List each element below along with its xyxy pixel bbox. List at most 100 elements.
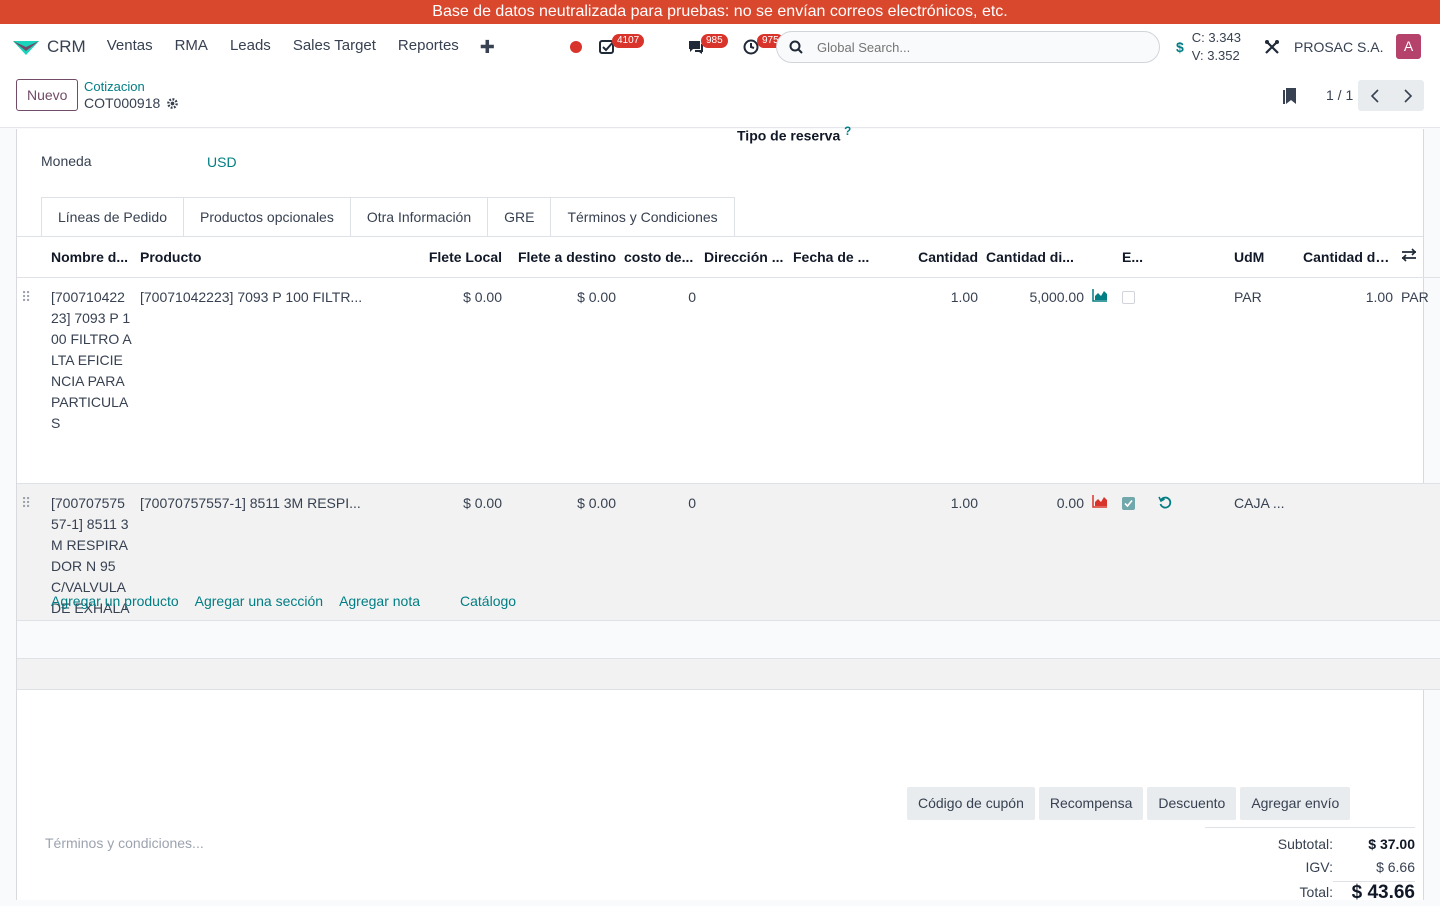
cell-nombre[interactable]: [70071042223] 7093 P 100 FILTRO ALTA EFI… <box>47 277 136 484</box>
dollar-icon: $ <box>1176 39 1184 55</box>
col-e[interactable]: E... <box>1118 237 1154 278</box>
add-product-link[interactable]: Agregar un producto <box>51 593 179 609</box>
tipo-reserva-label: Tipo de reserva ? <box>737 125 851 144</box>
handle-header <box>17 237 47 278</box>
cell-flete-local[interactable]: $ 0.00 <box>406 277 506 484</box>
total-label: Total: <box>1299 884 1333 900</box>
cell-cantidad[interactable]: 1.00 <box>878 277 982 484</box>
total-row: Total: $ 43.66 <box>1205 878 1415 906</box>
col-chart <box>1088 237 1118 278</box>
add-shipping-button[interactable]: Agregar envío <box>1240 787 1351 820</box>
pager-previous-button[interactable] <box>1358 80 1391 111</box>
totals-summary: Subtotal: $ 37.00 IGV: $ 6.66 Total: $ 4… <box>1205 827 1415 906</box>
cell-e-checkbox[interactable] <box>1118 277 1154 484</box>
cell-costo[interactable]: 0 <box>620 277 700 484</box>
chevron-left-icon <box>1370 88 1379 103</box>
activities-badge: 4107 <box>612 34 645 48</box>
messages-tray[interactable]: 985 <box>687 24 743 70</box>
col-udm[interactable]: UdM <box>1230 237 1299 278</box>
app-brand[interactable]: CRM <box>12 37 86 57</box>
menu-item-ventas[interactable]: Ventas <box>96 37 164 58</box>
tab-terminos-condiciones[interactable]: Términos y Condiciones <box>550 197 735 237</box>
bookmark-icon[interactable] <box>1282 87 1298 105</box>
company-switcher[interactable]: PROSAC S.A. <box>1264 24 1383 70</box>
global-search-input[interactable] <box>817 39 1117 55</box>
cell-cantidad-disponible: 5,000.00 <box>982 277 1088 484</box>
tab-lineas-de-pedido[interactable]: Líneas de Pedido <box>41 197 184 237</box>
igv-value: $ 6.66 <box>1376 858 1415 875</box>
cell-producto[interactable]: [70071042223] 7093 P 100 FILTR... <box>136 277 406 484</box>
col-cantidad-de[interactable]: Cantidad de... <box>1299 237 1397 278</box>
add-line-row: Agregar un producto Agregar una sección … <box>17 581 1440 621</box>
tools-icon <box>1265 40 1279 54</box>
checkbox[interactable] <box>1122 290 1135 304</box>
messages-badge: 985 <box>701 34 728 48</box>
catalog-link[interactable]: Catálogo <box>460 593 516 609</box>
tab-productos-opcionales[interactable]: Productos opcionales <box>182 197 351 237</box>
new-button[interactable]: Nuevo <box>16 79 79 111</box>
terms-conditions-field[interactable]: Términos y condiciones... <box>45 835 204 851</box>
col-direccion[interactable]: Dirección ... <box>700 237 789 278</box>
tab-gre[interactable]: GRE <box>487 197 552 237</box>
discount-button[interactable]: Descuento <box>1147 787 1237 820</box>
igv-row: IGV: $ 6.66 <box>1205 855 1416 878</box>
col-flete-destino[interactable]: Flete a destino <box>506 237 620 278</box>
col-flete-local[interactable]: Flete Local <box>406 237 506 278</box>
table-row[interactable]: ⠿ [70071042223] 7093 P 100 FILTRO ALTA E… <box>17 277 1440 484</box>
breadcrumb-parent[interactable]: Cotizacion <box>84 79 145 94</box>
total-value: $ 43.66 <box>1333 880 1415 904</box>
cell-blank <box>1154 277 1230 484</box>
rate-compra: C: 3.343 <box>1191 30 1241 45</box>
subtotal-label: Subtotal: <box>1277 835 1333 852</box>
subtotal-value: $ 37.00 <box>1368 835 1415 852</box>
activities-tray[interactable]: 4107 <box>598 24 654 70</box>
reward-button[interactable]: Recompensa <box>1038 787 1144 820</box>
breadcrumb-current: COT000918 <box>84 95 179 111</box>
menu-item-sales-target[interactable]: Sales Target <box>282 37 387 58</box>
notebook-tabs: Líneas de Pedido Productos opcionales Ot… <box>41 197 735 237</box>
top-navbar: CRM Ventas RMA Leads Sales Target Report… <box>0 24 1440 70</box>
col-nombre[interactable]: Nombre d... <box>47 237 136 278</box>
pager-next-button[interactable] <box>1391 80 1424 111</box>
cell-udm[interactable]: PAR <box>1230 277 1299 484</box>
cell-flete-destino[interactable]: $ 0.00 <box>506 277 620 484</box>
drag-handle-icon[interactable]: ⠿ <box>17 277 47 484</box>
add-note-link[interactable]: Agregar nota <box>339 593 420 609</box>
menu-item-rma[interactable]: RMA <box>164 37 219 58</box>
control-panel: Nuevo Cotizacion COT000918 1 / 1 <box>0 70 1440 128</box>
rate-venta: V: 3.352 <box>1191 48 1240 63</box>
col-cantidad-disponible[interactable]: Cantidad di... <box>982 237 1088 278</box>
tab-otra-informacion[interactable]: Otra Información <box>349 197 489 237</box>
pager-value[interactable]: 1 / 1 <box>1326 87 1353 103</box>
chevron-right-icon <box>1403 88 1412 103</box>
recording-dot-icon[interactable] <box>570 41 582 53</box>
footer-buttons: Código de cupón Recompensa Descuento Agr… <box>907 787 1354 820</box>
col-fecha[interactable]: Fecha de ... <box>789 237 878 278</box>
menu-item-leads[interactable]: Leads <box>219 37 282 58</box>
add-menu-icon[interactable]: ✚ <box>470 37 505 58</box>
coupon-code-button[interactable]: Código de cupón <box>907 787 1035 820</box>
exchange-rate: $ C: 3.343 V: 3.352 <box>1176 29 1241 65</box>
col-cantidad[interactable]: Cantidad <box>878 237 982 278</box>
col-producto[interactable]: Producto <box>136 237 406 278</box>
menu-item-reportes[interactable]: Reportes <box>387 37 470 58</box>
moneda-value[interactable]: USD <box>207 154 237 170</box>
user-avatar[interactable]: A <box>1396 34 1421 59</box>
checkbox-checked[interactable] <box>1122 496 1135 510</box>
main-menu: Ventas RMA Leads Sales Target Reportes ✚ <box>96 37 505 58</box>
form-sheet: Tipo de reserva ? Moneda USD Líneas de P… <box>16 125 1440 903</box>
gear-icon[interactable] <box>166 97 179 110</box>
table-header-row: Nombre d... Producto Flete Local Flete a… <box>17 237 1440 278</box>
tipo-reserva-text: Tipo de reserva <box>737 127 841 144</box>
cell-direccion[interactable] <box>700 277 789 484</box>
help-tooltip-icon[interactable]: ? <box>844 125 851 138</box>
add-section-link[interactable]: Agregar una sección <box>195 593 323 609</box>
col-costo[interactable]: costo de... <box>620 237 700 278</box>
sliders-icon <box>1401 248 1417 262</box>
cell-cantidad-de[interactable]: 1.00 <box>1299 277 1397 484</box>
moneda-label: Moneda <box>41 153 92 169</box>
global-search[interactable] <box>776 31 1160 63</box>
optional-columns-toggle[interactable] <box>1397 237 1440 278</box>
forecast-chart-icon[interactable] <box>1088 277 1118 484</box>
cell-fecha[interactable] <box>789 277 878 484</box>
